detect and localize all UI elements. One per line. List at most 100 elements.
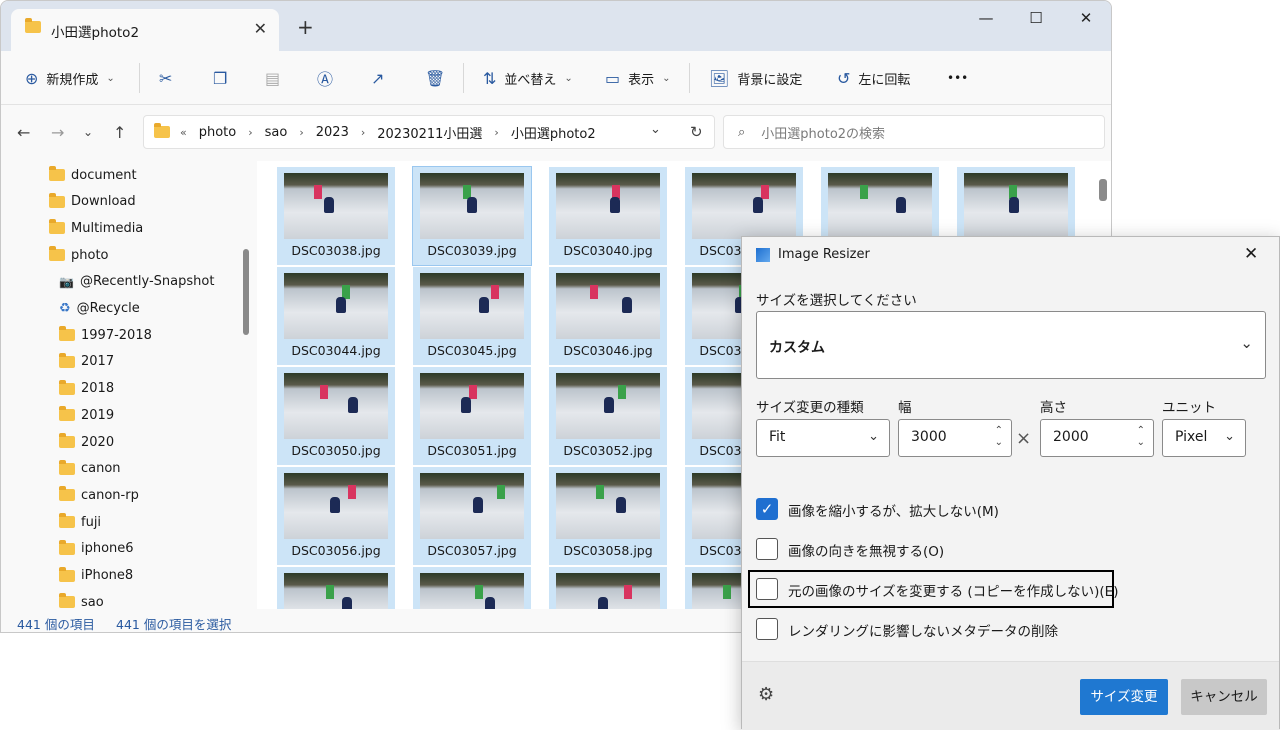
sidebar-item[interactable]: 📷 @Recently-Snapshot [59,270,214,294]
width-input[interactable]: 3000 ⌃ ⌄ [898,419,1012,457]
tab-close-icon[interactable]: ✕ [254,19,267,38]
up-arrow-icon[interactable]: ↑ [113,123,126,142]
overflow-icon[interactable]: « [180,126,187,139]
paste-button[interactable]: ▤ [265,65,288,91]
width-value: 3000 [911,429,947,445]
sidebar-item[interactable]: ♻ @Recycle [59,297,140,321]
sidebar-item[interactable]: photo [49,243,109,267]
navigation-bar: ← → ⌄ ↑ « photo › sao › 2023 › 20230211小… [1,105,1111,161]
file-name: DSC03058.jpg [563,543,653,558]
resize-button[interactable]: サイズ変更 [1080,679,1168,715]
file-item[interactable]: DSC03040.jpg [549,167,667,265]
cancel-button[interactable]: キャンセル [1181,679,1267,715]
unit-value: Pixel [1175,429,1208,445]
minimize-button[interactable]: — [971,9,1001,27]
sidebar-item[interactable]: 2017 [59,350,114,374]
height-input[interactable]: 2000 ⌃ ⌄ [1040,419,1154,457]
share-button[interactable]: ↗ [371,65,392,91]
file-item[interactable]: DSC03058.jpg [549,467,667,565]
forward-arrow-icon[interactable]: → [51,123,64,142]
remove-metadata-checkbox[interactable] [756,618,778,640]
window-close-button[interactable]: ✕ [1071,9,1101,27]
file-item[interactable]: DSC03039.jpg [412,166,532,266]
sidebar-item[interactable]: document [49,163,137,187]
gear-icon[interactable]: ⚙ [758,684,774,705]
address-bar[interactable]: « photo › sao › 2023 › 20230211小田選 › 小田選… [143,115,715,149]
sidebar-item[interactable]: Download [49,190,136,214]
file-item[interactable] [413,567,531,609]
skier [467,197,477,213]
breadcrumb-sao[interactable]: sao [265,125,288,140]
file-item[interactable] [549,567,667,609]
gate-flag [590,285,598,299]
chevron-down-icon: ⌄ [868,429,879,444]
sidebar-item[interactable]: 1997-2018 [59,323,152,347]
file-item[interactable]: DSC03038.jpg [277,167,395,265]
back-arrow-icon[interactable]: ← [17,123,30,142]
file-item[interactable]: DSC03050.jpg [277,367,395,465]
file-item[interactable]: DSC03051.jpg [413,367,531,465]
breadcrumb-current[interactable]: 小田選photo2 [511,123,596,142]
dialog-close-icon[interactable]: ✕ [1244,244,1258,264]
photo-thumbnail [692,173,796,239]
sort-button[interactable]: ⇅ 並べ替え ⌄ [483,65,573,91]
overwrite-original-checkbox[interactable] [756,578,778,600]
set-background-button[interactable]: 🖼 背景に設定 [709,65,802,91]
recent-chevron-icon[interactable]: ⌄ [83,125,93,139]
photo-thumbnail [420,373,524,439]
photo-thumbnail [420,573,524,609]
file-item[interactable]: DSC03045.jpg [413,267,531,365]
breadcrumb-event[interactable]: 20230211小田選 [377,123,482,142]
rotate-left-button[interactable]: ↺ 左に回転 [837,65,910,91]
sidebar-item[interactable]: canon-rp [59,483,139,507]
rename-button[interactable]: Ⓐ [317,65,341,91]
address-dropdown-icon[interactable]: ⌄ [650,122,661,137]
maximize-button[interactable]: ☐ [1021,9,1051,27]
gate-flag [761,185,769,199]
resize-type-select[interactable]: Fit ⌄ [756,419,890,457]
more-options-button[interactable]: ••• [947,65,968,91]
breadcrumb-photo[interactable]: photo [199,125,237,140]
new-button[interactable]: ⊕ 新規作成 ⌄ [25,65,115,91]
skier [473,497,483,513]
new-tab-button[interactable]: + [297,15,314,39]
sidebar-item[interactable]: fuji [59,510,101,534]
ignore-orientation-checkbox[interactable] [756,538,778,560]
content-scrollbar[interactable] [1099,179,1107,201]
file-name: DSC03056.jpg [291,543,381,558]
file-name: DSC03051.jpg [427,443,517,458]
sidebar-item-label: @Recycle [76,301,140,316]
delete-button[interactable]: 🗑 [425,65,453,91]
cut-button[interactable]: ✂ [159,65,180,91]
sidebar-item-label: @Recently-Snapshot [79,274,215,290]
sidebar-scrollbar[interactable] [243,249,249,335]
spinner-icon[interactable]: ⌃ ⌄ [995,425,1003,449]
file-item[interactable]: DSC03052.jpg [549,367,667,465]
unit-select[interactable]: Pixel ⌄ [1162,419,1246,457]
spinner-icon[interactable]: ⌃ ⌄ [1137,425,1145,449]
folder-icon [49,219,65,235]
search-box[interactable]: ⌕ 小田選photo2の検索 [723,115,1105,149]
sidebar-item[interactable]: iPhone8 [59,564,133,588]
sidebar-item[interactable]: canon [59,457,121,481]
size-preset-select[interactable]: カスタム ⌄ [756,311,1266,379]
view-icon: ▭ [605,68,621,88]
file-item[interactable]: DSC03057.jpg [413,467,531,565]
sidebar-item[interactable]: 2018 [59,377,114,401]
file-item[interactable] [277,567,395,609]
skier [1009,197,1019,213]
copy-button[interactable]: ❐ [213,65,235,91]
sidebar-item[interactable]: 2020 [59,430,114,454]
sidebar-item[interactable]: Multimedia [49,216,143,240]
tab-current[interactable]: 小田選photo2 ✕ [11,9,279,51]
file-item[interactable]: DSC03056.jpg [277,467,395,565]
file-item[interactable]: DSC03046.jpg [549,267,667,365]
shrink-only-checkbox[interactable]: ✓ [756,498,778,520]
sidebar-item[interactable]: 2019 [59,403,114,427]
view-button[interactable]: ▭ 表示 ⌄ [605,65,671,91]
refresh-icon[interactable]: ↻ [690,123,703,141]
file-name: DSC03039.jpg [427,243,517,258]
breadcrumb-2023[interactable]: 2023 [316,125,349,140]
file-item[interactable]: DSC03044.jpg [277,267,395,365]
sidebar-item[interactable]: iphone6 [59,537,134,561]
